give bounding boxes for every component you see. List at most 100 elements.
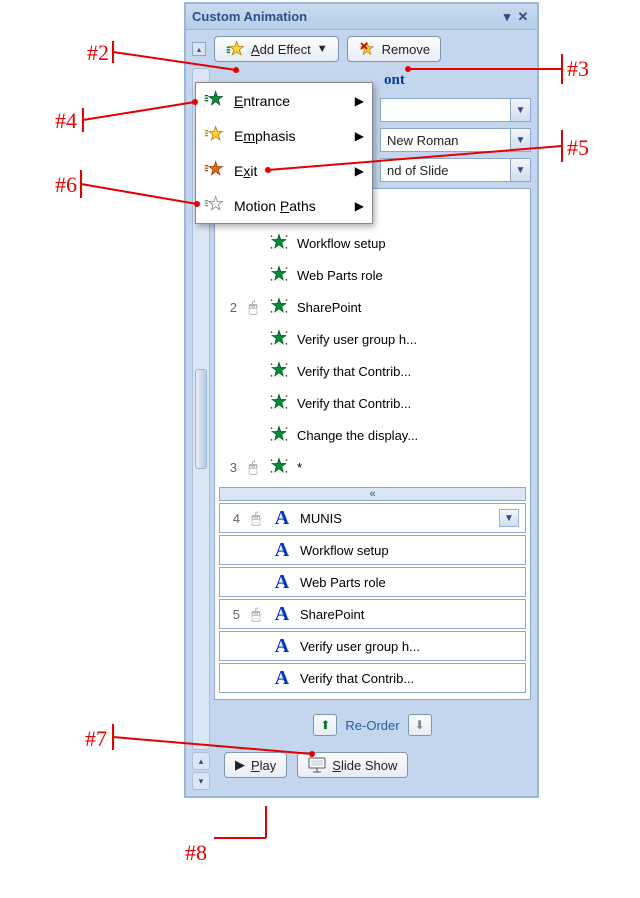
pane-menu-icon[interactable]: ▾ <box>499 9 515 25</box>
add-effect-menu: Entrance▶Emphasis▶Exit▶Motion Paths▶ <box>195 82 373 224</box>
remove-star-icon <box>358 40 376 58</box>
slideshow-icon <box>308 757 326 773</box>
callout-2: #2 <box>87 40 109 66</box>
scroll-down-icon[interactable]: ▾ <box>192 772 210 790</box>
animation-item[interactable]: AWeb Parts role <box>219 567 526 597</box>
item-effect-icon: A <box>272 603 292 626</box>
reorder-down-button[interactable]: ⬇ <box>408 714 432 736</box>
chevron-right-icon: ▶ <box>355 129 364 143</box>
item-sequence: 5 <box>226 607 240 622</box>
dropdown-icon: ▼ <box>317 43 328 55</box>
menu-item-label: Emphasis <box>234 128 295 144</box>
close-icon[interactable]: ✕ <box>515 9 531 25</box>
item-effect-icon <box>269 424 289 447</box>
add-effect-label: dd Effect <box>260 42 311 57</box>
animation-list-top: 1🖱MUNISWorkflow setupWeb Parts role2🖱Sha… <box>214 188 531 700</box>
item-label: Workflow setup <box>297 236 522 251</box>
play-button[interactable]: ▶ Play <box>224 752 287 778</box>
animation-item[interactable]: 4 🖱 A MUNIS ▼ <box>219 503 526 533</box>
remove-button[interactable]: Remove <box>347 36 441 62</box>
combo-font[interactable]: New Roman ▼ <box>380 128 531 152</box>
animation-item[interactable]: A Verify user group h... <box>219 631 526 661</box>
menu-star-icon <box>204 89 224 112</box>
combo-start[interactable]: ▼ <box>380 98 531 122</box>
arrow-down-icon: ⬇ <box>415 718 425 732</box>
item-label: * <box>297 460 522 475</box>
menu-item-emphasis[interactable]: Emphasis ▶ <box>196 118 372 153</box>
item-label: Verify that Contrib... <box>297 364 522 379</box>
item-effect-icon: A <box>272 507 292 530</box>
menu-star-icon <box>204 124 224 147</box>
item-effect-icon <box>269 296 289 319</box>
add-effect-button[interactable]: Add Effect ▼ <box>214 36 339 62</box>
item-effect-icon <box>269 360 289 383</box>
animation-item[interactable]: 5🖱ASharePoint <box>219 599 526 629</box>
item-dropdown-icon[interactable]: ▼ <box>499 509 519 527</box>
menu-item-entrance[interactable]: Entrance ▶ <box>196 83 372 118</box>
reorder-up-button[interactable]: ⬆ <box>313 714 337 736</box>
item-effect-icon: A <box>272 539 292 562</box>
animation-item[interactable]: 3🖱* <box>219 451 526 483</box>
item-label: Change the display... <box>297 428 522 443</box>
pane-title: Custom Animation <box>192 9 307 24</box>
item-label: Verify that Contrib... <box>300 671 519 686</box>
combo-after[interactable]: nd of Slide ▼ <box>380 158 531 182</box>
slideshow-button[interactable]: Slide Show <box>297 752 408 778</box>
animation-item[interactable]: Web Parts role <box>219 259 526 291</box>
item-label: Workflow setup <box>300 543 519 558</box>
play-icon: ▶ <box>235 757 245 773</box>
menu-item-exit[interactable]: Exit▶ <box>196 153 372 188</box>
callout-7: #7 <box>85 726 107 752</box>
mouse-icon: 🖱 <box>245 299 261 316</box>
item-label: MUNIS <box>300 511 491 526</box>
item-sequence: 4 <box>226 511 240 526</box>
item-label: SharePoint <box>300 607 519 622</box>
animation-item[interactable]: 2 🖱 SharePoint <box>219 291 526 323</box>
animation-item[interactable]: Verify that Contrib... <box>219 387 526 419</box>
dropdown-icon[interactable]: ▼ <box>510 99 530 121</box>
callout-5: #5 <box>567 135 589 161</box>
toolbar: ▴ Add Effect ▼ Remove <box>186 30 537 68</box>
dropdown-icon[interactable]: ▼ <box>510 129 530 151</box>
chevron-right-icon: ▶ <box>355 94 364 108</box>
item-label: SharePoint <box>297 300 522 315</box>
animation-item[interactable]: AVerify that Contrib... <box>219 663 526 693</box>
item-effect-icon <box>269 232 289 255</box>
mouse-icon: 🖱 <box>248 510 264 527</box>
chevron-right-icon: ▶ <box>355 164 364 178</box>
animation-item[interactable]: Verify that Contrib... <box>219 355 526 387</box>
dropdown-icon[interactable]: ▼ <box>510 159 530 181</box>
animation-item[interactable]: Workflow setup <box>219 227 526 259</box>
remove-label: Remove <box>382 42 430 57</box>
callout-4: #4 <box>55 108 77 134</box>
animation-item[interactable]: Verify user group h... <box>219 323 526 355</box>
reorder-label: Re-Order <box>345 718 399 733</box>
callout-3: #3 <box>567 56 589 82</box>
menu-star-icon <box>204 159 224 182</box>
item-sequence: 3 <box>223 460 237 475</box>
item-effect-icon <box>269 392 289 415</box>
collapse-icon[interactable]: « <box>219 487 526 501</box>
menu-star-icon <box>204 194 224 217</box>
item-label: Web Parts role <box>300 575 519 590</box>
item-effect-icon <box>269 328 289 351</box>
item-sequence: 2 <box>223 300 237 315</box>
callout-8: #8 <box>185 840 207 866</box>
item-label: Web Parts role <box>297 268 522 283</box>
menu-item-label: Entrance <box>234 93 290 109</box>
item-effect-icon <box>269 456 289 479</box>
animation-item[interactable]: Change the display... <box>219 419 526 451</box>
nav-up-icon[interactable]: ▴ <box>192 42 206 56</box>
menu-item-motion-paths[interactable]: Motion Paths ▶ <box>196 188 372 223</box>
animation-item[interactable]: A Workflow setup <box>219 535 526 565</box>
item-effect-icon: A <box>272 635 292 658</box>
pane-titlebar: Custom Animation ▾ ✕ <box>186 4 537 30</box>
chevron-right-icon: ▶ <box>355 199 364 213</box>
item-label: Verify user group h... <box>300 639 519 654</box>
callout-6: #6 <box>55 172 77 198</box>
reorder-controls: ⬆ Re-Order ⬇ <box>214 706 531 740</box>
menu-item-label: Motion Paths <box>234 198 316 214</box>
item-effect-icon <box>269 264 289 287</box>
scroll-up-icon[interactable]: ▴ <box>192 752 210 770</box>
item-label: Verify that Contrib... <box>297 396 522 411</box>
